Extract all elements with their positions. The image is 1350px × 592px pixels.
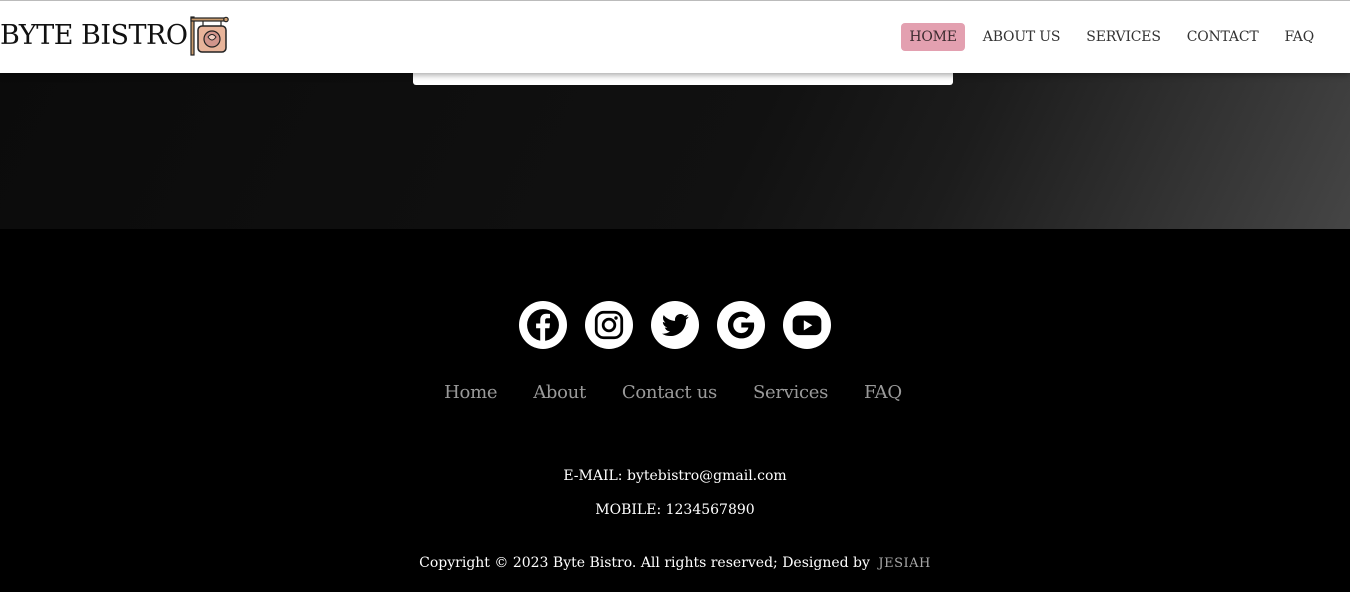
nav-services[interactable]: SERVICES	[1078, 23, 1168, 51]
site-footer: Home About Contact us Services FAQ E-MAI…	[0, 229, 1350, 592]
google-link[interactable]	[717, 301, 765, 349]
social-links	[0, 301, 1350, 349]
footer-link-about[interactable]: About	[533, 382, 586, 403]
nav-home[interactable]: HOME	[901, 23, 965, 51]
brand-name: BYTE BISTRO	[0, 20, 188, 51]
designer-link[interactable]: JESIAH	[878, 556, 930, 571]
instagram-link[interactable]	[585, 301, 633, 349]
footer-link-services[interactable]: Services	[753, 382, 828, 403]
nav-faq[interactable]: FAQ	[1277, 23, 1323, 51]
site-header: BYTE BISTRO HOME ABOUT US SERVICES CONTA…	[0, 0, 1350, 73]
instagram-icon	[594, 310, 624, 340]
nav-contact[interactable]: CONTACT	[1179, 23, 1267, 51]
google-icon	[727, 311, 755, 339]
hero-card	[413, 73, 953, 85]
hero-section	[0, 73, 1350, 229]
copyright-text: Copyright © 2023 Byte Bistro. All rights…	[419, 555, 870, 571]
twitter-link[interactable]	[651, 301, 699, 349]
footer-link-contact-us[interactable]: Contact us	[622, 382, 717, 403]
footer-link-home[interactable]: Home	[444, 382, 497, 403]
youtube-link[interactable]	[783, 301, 831, 349]
footer-nav: Home About Contact us Services FAQ	[0, 382, 1348, 403]
facebook-icon	[527, 309, 559, 341]
contact-mobile: MOBILE: 1234567890	[595, 502, 755, 518]
hanging-sign-icon	[190, 16, 230, 56]
twitter-icon	[661, 314, 689, 337]
facebook-link[interactable]	[519, 301, 567, 349]
main-nav: HOME ABOUT US SERVICES CONTACT FAQ	[891, 23, 1322, 51]
brand[interactable]: BYTE BISTRO	[0, 15, 230, 57]
nav-about-us[interactable]: ABOUT US	[975, 23, 1069, 51]
contact-email: E-MAIL: bytebistro@gmail.com	[563, 468, 787, 484]
youtube-icon	[792, 315, 822, 336]
copyright: Copyright © 2023 Byte Bistro. All rights…	[0, 555, 1350, 571]
footer-link-faq[interactable]: FAQ	[864, 382, 902, 403]
